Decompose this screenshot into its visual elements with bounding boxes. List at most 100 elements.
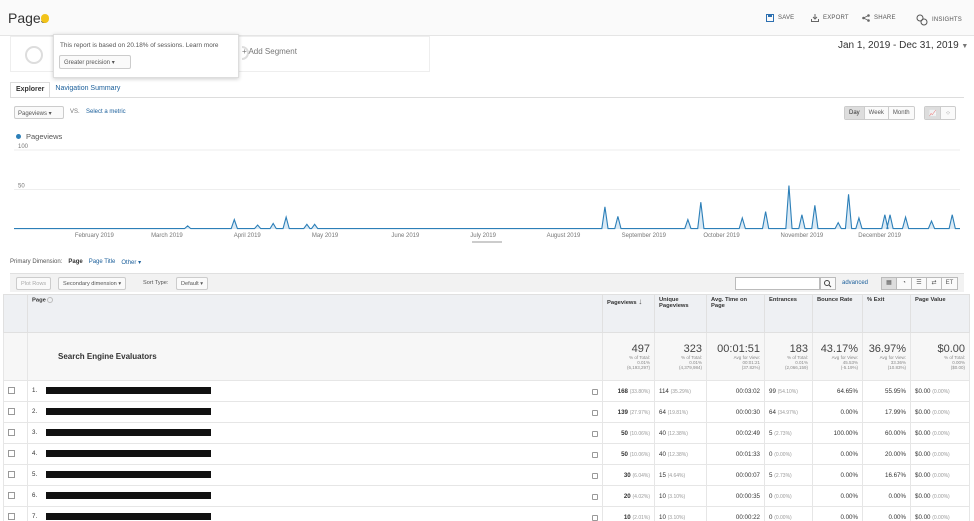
redacted-page-path[interactable] [46,387,211,394]
pageviews-chart: 100 50 February 2019 March 2019 April 2019 Ma… [14,144,960,243]
row-checkbox[interactable] [8,513,15,521]
select-metric-link[interactable]: Select a metric [86,109,126,115]
row-checkbox[interactable] [8,387,15,395]
secondary-dimension-dropdown[interactable]: Secondary dimension ▾ [58,277,127,290]
page-value-percent: (0.00%) [932,493,950,500]
dimension-page-title[interactable]: Page Title [89,259,116,266]
page-value: $0.00 [915,408,931,416]
redacted-page-path[interactable] [46,471,211,478]
open-page-icon[interactable] [592,473,598,479]
column-header-bounce-rate[interactable]: Bounce Rate [812,294,863,333]
tab-explorer[interactable]: Explorer [10,82,51,98]
column-header-page-value[interactable]: Page Value [910,294,970,333]
month-button[interactable]: Month [888,107,914,119]
row-checkbox[interactable] [8,450,15,458]
open-page-icon[interactable] [592,452,598,458]
entrances-value: 0 [769,513,773,521]
comparison-view-icon[interactable]: ⇄ [927,278,942,289]
open-page-icon[interactable] [592,515,598,521]
redacted-page-path[interactable] [46,450,211,457]
open-page-icon[interactable] [592,410,598,416]
page-cell: 5. [27,464,603,486]
open-page-icon[interactable] [592,431,598,437]
search-button[interactable] [820,277,836,290]
tab-navigation-summary[interactable]: Navigation Summary [50,82,125,98]
share-button[interactable]: SHARE [862,14,896,22]
row-checkbox[interactable] [8,429,15,437]
table-row[interactable]: 4. 50 (10.06%) 40 (12.38%) 00:01:33 0 (0.00%… [3,443,970,465]
bounce-rate-cell: 0.00% [812,401,863,423]
pie-view-icon[interactable]: ◔ [897,278,912,289]
line-chart-icon[interactable]: 📈 [925,107,942,119]
total-cell: 497% of Total: 0.01% (6,193,297) [602,332,655,381]
column-header-entrances[interactable]: Entrances [764,294,813,333]
table-row[interactable]: 7. 10 (2.01%) 10 (3.10%) 00:00:22 0 (0.00%) 0… [3,506,970,521]
save-button[interactable]: SAVE [766,14,794,22]
add-segment-link[interactable]: + Add Segment [242,47,297,56]
column-header-pageviews[interactable]: Pageviews ↓ [602,294,655,333]
insights-label: INSIGHTS [932,17,962,23]
date-range-picker[interactable]: Jan 1, 2019 - Dec 31, 2019 ▼ [838,40,968,51]
export-button[interactable]: EXPORT [811,14,849,22]
pageviews-value: 50 [621,429,628,437]
dimension-page[interactable]: Page [68,259,82,266]
redacted-page-path[interactable] [46,513,211,520]
plot-rows-button[interactable]: Plot Rows [16,277,52,290]
open-page-icon[interactable] [592,389,598,395]
primary-dimension-row: Primary Dimension: Page Page Title Other… [10,259,141,266]
sort-type-dropdown[interactable]: Default ▾ [176,277,209,290]
table-row[interactable]: 3. 50 (10.06%) 40 (12.38%) 00:02:49 5 (2.73%… [3,422,970,444]
column-header-exit[interactable]: % Exit [862,294,911,333]
column-header-unique-pageviews[interactable]: Unique Pageviews [654,294,707,333]
share-label: SHARE [874,15,896,21]
day-button[interactable]: Day [845,107,865,119]
page-value-cell: $0.00 (0.00%) [910,443,970,465]
unique-pageviews-cell: 64 (19.81%) [654,401,707,423]
bounce-rate-cell: 0.00% [812,485,863,507]
row-checkbox[interactable] [8,471,15,479]
advanced-filter-link[interactable]: advanced [842,280,868,286]
entrances-value: 0 [769,450,773,458]
table-search-input[interactable] [735,277,820,290]
insights-button[interactable]: INSIGHTS [916,14,962,26]
pageviews-cell: 50 (10.06%) [602,443,655,465]
all-users-segment-circle[interactable] [25,46,43,64]
redacted-page-path[interactable] [46,429,211,436]
x-tick-label: December 2019 [858,233,901,239]
total-cell: 183% of Total: 0.01% (2,066,159) [764,332,813,381]
precision-dropdown[interactable]: Greater precision ▾ [59,55,131,69]
pivot-view-icon[interactable]: ET [942,278,957,289]
redacted-page-path[interactable] [46,492,211,499]
entrances-value: 5 [769,471,773,479]
pageviews-percent: (33.80%) [629,388,650,395]
metric-dropdown-value: Pageviews [18,111,48,117]
table-row[interactable]: 2. 139 (27.97%) 64 (19.81%) 00:00:30 64 (34.… [3,401,970,423]
y-tick-label: 50 [18,184,25,190]
data-table-view-icon[interactable]: ▦ [882,278,897,289]
bounce-rate-cell: 0.00% [812,443,863,465]
table-row[interactable]: 5. 30 (6.04%) 15 (4.64%) 00:00:07 5 (2.73%) 0… [3,464,970,486]
column-label: Avg. Time on Page [711,297,748,309]
performance-view-icon[interactable]: ☰ [912,278,927,289]
exit-cell: 55.95% [862,380,911,402]
dimension-other[interactable]: Other ▾ [121,259,141,266]
entrances-cell: 0 (0.00%) [764,443,813,465]
redacted-page-path[interactable] [46,408,211,415]
table-row[interactable]: 6. 20 (4.02%) 10 (3.10%) 00:00:35 0 (0.00%) 0… [3,485,970,507]
motion-chart-icon[interactable]: ⁘ [941,107,955,119]
entrances-cell: 5 (2.73%) [764,422,813,444]
page-cell: 3. [27,422,603,444]
page-cell: 2. [27,401,603,423]
precision-label: Greater precision [64,60,111,66]
column-header-page[interactable]: Page [27,294,603,333]
sampling-shield-icon[interactable] [41,14,49,23]
row-checkbox[interactable] [8,408,15,416]
table-row[interactable]: 1. 168 (33.80%) 114 (35.29%) 00:03:02 99 (54… [3,380,970,402]
metric-dropdown[interactable]: Pageviews ▾ [14,106,64,119]
column-header-avg-time[interactable]: Avg. Time on Page [706,294,765,333]
row-checkbox[interactable] [8,492,15,500]
unique-pageviews-percent: (19.81%) [667,409,688,416]
week-button[interactable]: Week [864,107,889,119]
open-page-icon[interactable] [592,494,598,500]
unique-pageviews-cell: 15 (4.64%) [654,464,707,486]
